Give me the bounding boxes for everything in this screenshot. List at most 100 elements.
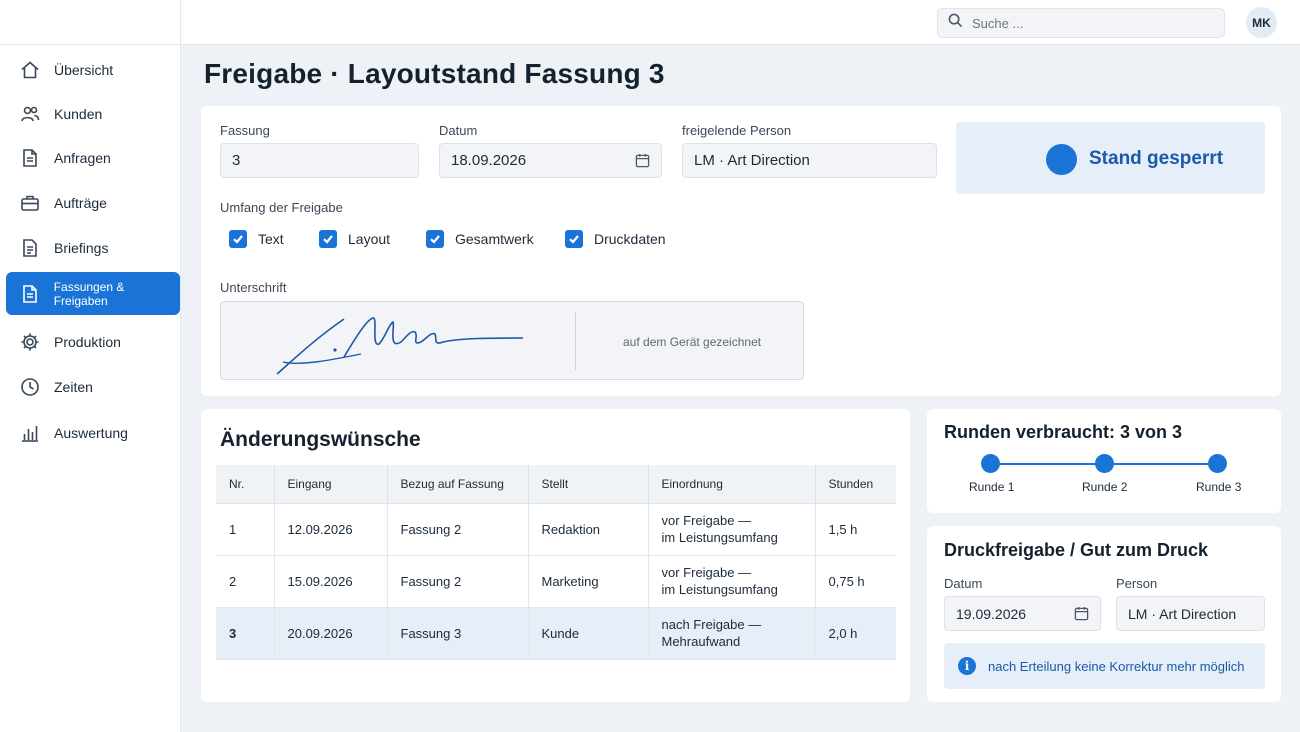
scope-label: Umfang der Freigabe (220, 200, 343, 215)
sidebar-item-label: Anfragen (54, 149, 111, 166)
status-text: Stand gesperrt (1089, 148, 1224, 169)
scope-checkbox-layout[interactable]: Layout (319, 230, 390, 248)
sidebar-item-label: Übersicht (54, 61, 114, 78)
file-text-icon (19, 237, 41, 259)
sidebar-item-label: Produktion (54, 333, 121, 350)
cell-einordnung: vor Freigabe — im Leistungsumfang (648, 555, 816, 608)
checkbox-checked-icon[interactable] (426, 230, 444, 248)
sidebar-item-kunden[interactable]: Kunden (6, 92, 180, 135)
checkbox-label: Druckdaten (594, 231, 666, 247)
checkbox-label: Text (258, 231, 284, 247)
print-datum-field[interactable]: 19.09.2026 (944, 596, 1101, 631)
print-release-title: Druckfreigabe / Gut zum Druck (944, 540, 1209, 560)
changes-title: Änderungswünsche (220, 428, 421, 451)
search-input[interactable] (972, 15, 1202, 31)
column-header[interactable]: Stunden (815, 465, 896, 504)
sidebar-header (0, 0, 180, 45)
cell-eingang: 20.09.2026 (274, 607, 388, 660)
checkbox-checked-icon[interactable] (565, 230, 583, 248)
table-row[interactable]: 2 15.09.2026 Fassung 2 Marketing vor Fre… (216, 555, 896, 608)
sidebar-item-auswertung[interactable]: Auswertung (6, 411, 180, 454)
info-icon: i (958, 657, 976, 675)
sidebar-item-anfragen[interactable]: Anfragen (6, 136, 180, 179)
home-icon (19, 59, 41, 81)
checkbox-checked-icon[interactable] (319, 230, 337, 248)
sidebar-item-produktion[interactable]: Produktion (6, 320, 180, 363)
status-locked-badge: Stand gesperrt (956, 122, 1265, 194)
document-icon (19, 147, 41, 169)
cell-nr: 3 (216, 607, 275, 660)
round-marker-3 (1208, 454, 1227, 473)
scope-checkbox-text[interactable]: Text (229, 230, 284, 248)
column-header[interactable]: Nr. (216, 465, 275, 504)
datum-value: 18.09.2026 (451, 152, 527, 169)
users-icon (19, 103, 41, 125)
changes-table: Nr. Eingang Bezug auf Fassung Stellt Ein… (216, 465, 896, 660)
search-icon (948, 13, 963, 33)
checkbox-label: Layout (348, 231, 391, 247)
sidebar-item-label: Kunden (54, 105, 103, 122)
sidebar-item-zeiten[interactable]: Zeiten (6, 365, 180, 408)
column-header[interactable]: Einordnung (648, 465, 816, 504)
column-header[interactable]: Eingang (274, 465, 388, 504)
einordnung-line: vor Freigabe — (661, 513, 752, 528)
einordnung-line: im Leistungsumfang (661, 582, 778, 597)
sidebar-item-auftraege[interactable]: Aufträge (6, 181, 180, 224)
print-person-label: Person (1116, 576, 1158, 591)
cell-einordnung: vor Freigabe — im Leistungsumfang (648, 503, 816, 556)
table-header-row: Nr. Eingang Bezug auf Fassung Stellt Ein… (216, 465, 896, 504)
person-field[interactable]: LM · Art Direction (682, 143, 937, 178)
signature-drawing (276, 317, 524, 375)
briefcase-icon (19, 192, 41, 214)
cell-stunden: 2,0 h (815, 607, 896, 660)
calendar-icon[interactable] (1074, 606, 1089, 624)
page-title: Freigabe · Layoutstand Fassung 3 (204, 58, 665, 89)
sidebar-item-label: Fassungen & Freigaben (53, 279, 125, 308)
bar-chart-icon (19, 422, 41, 444)
fassung-label: Fassung (220, 123, 270, 138)
cell-nr: 2 (216, 555, 275, 608)
signature-pad[interactable]: auf dem Gerät gezeichnet (220, 301, 804, 380)
cell-stunden: 1,5 h (815, 503, 896, 556)
scope-checkbox-druckdaten[interactable]: Druckdaten (565, 230, 666, 248)
cell-stellt: Redaktion (528, 503, 649, 556)
info-text: nach Erteilung keine Korrektur mehr mögl… (988, 659, 1245, 674)
column-header[interactable]: Bezug auf Fassung (387, 465, 529, 504)
person-value: LM · Art Direction (694, 152, 810, 169)
search-box[interactable] (937, 8, 1225, 38)
sidebar-item-uebersicht[interactable]: Übersicht (6, 48, 180, 91)
clock-icon (19, 376, 41, 398)
topbar: MK (181, 0, 1300, 45)
person-label: freigelende Person (682, 123, 792, 138)
einordnung-line: nach Freigabe — (661, 617, 762, 632)
cell-einordnung: nach Freigabe — Mehraufwand (648, 607, 816, 660)
avatar[interactable]: MK (1246, 7, 1277, 38)
round-marker-1 (981, 454, 1000, 473)
document-icon (19, 283, 41, 305)
datum-field[interactable]: 18.09.2026 (439, 143, 662, 178)
checkbox-checked-icon[interactable] (229, 230, 247, 248)
cell-stellt: Kunde (528, 607, 649, 660)
signature-note: auf dem Gerät gezeichnet (623, 335, 762, 349)
sidebar-item-fassungen-freigaben[interactable]: Fassungen & Freigaben (6, 272, 180, 315)
sidebar-item-label: Zeiten (54, 378, 93, 395)
column-header[interactable]: Stellt (528, 465, 649, 504)
einordnung-line: Mehraufwand (661, 634, 741, 649)
sidebar-item-briefings[interactable]: Briefings (6, 226, 180, 269)
sidebar-item-label: Briefings (54, 239, 109, 256)
scope-checkbox-gesamtwerk[interactable]: Gesamtwerk (426, 230, 534, 248)
print-person-field[interactable]: LM · Art Direction (1116, 596, 1265, 631)
table-row[interactable]: 1 12.09.2026 Fassung 2 Redaktion vor Fre… (216, 503, 896, 556)
rounds-title: Runden verbraucht: 3 von 3 (944, 422, 1183, 442)
checkbox-label: Gesamtwerk (455, 231, 534, 247)
round-label: Runde 1 (969, 480, 1015, 494)
signature-label: Unterschrift (220, 280, 287, 295)
table-row-highlighted[interactable]: 3 20.09.2026 Fassung 3 Kunde nach Freiga… (216, 607, 896, 660)
fassung-field[interactable]: 3 (220, 143, 419, 178)
einordnung-line: im Leistungsumfang (661, 530, 778, 545)
sidebar: Übersicht Kunden Anfragen Aufträge Brief… (0, 0, 181, 732)
cell-bezug: Fassung 3 (387, 607, 529, 660)
calendar-icon[interactable] (635, 153, 650, 172)
cell-stunden: 0,75 h (815, 555, 896, 608)
datum-label: Datum (439, 123, 478, 138)
